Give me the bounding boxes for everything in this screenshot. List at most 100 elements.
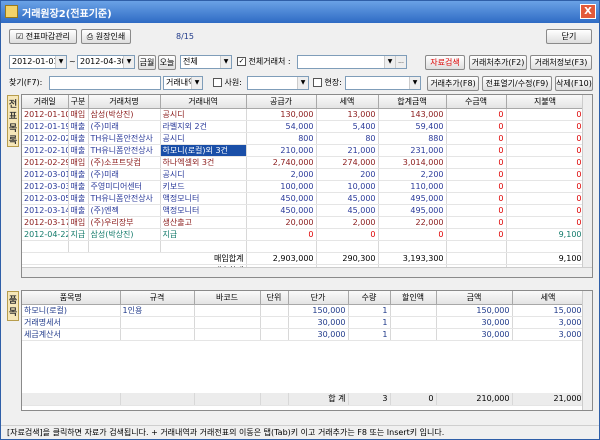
- slip-column-header[interactable]: 지불액: [506, 95, 585, 109]
- slip-cell-desc: 공시디: [160, 168, 247, 181]
- item-cell-tax: 3,000: [512, 316, 585, 329]
- slip-row[interactable]: 2012-01-19 매출 (주)미래 라벨지외 2건 54,000 5,400 59,40…: [22, 120, 585, 133]
- item-cell-price: 30,000: [288, 328, 349, 341]
- item-row[interactable]: 하모니(로컬) 1인용 150,000 1 150,000 15,000: [22, 304, 585, 317]
- slip-grid[interactable]: 거래일 구분 거래처명 거래내역 공급가 세액 합계금액 수금액 지불액 2012-01-10 매…: [21, 94, 593, 278]
- item-column-header[interactable]: 단위: [260, 291, 289, 305]
- slip-cell-type: 매입: [68, 108, 89, 121]
- open-slip-button[interactable]: 전표열기/수정(F9): [482, 76, 552, 91]
- slip-cell-desc: 생산출고: [160, 216, 247, 229]
- print-ledger-button[interactable]: ⎙ 원장인쇄: [81, 29, 131, 44]
- item-column-header[interactable]: 규격: [120, 291, 195, 305]
- slip-cell-date: 2012-02-29: [22, 156, 69, 169]
- slip-column-header[interactable]: 공급가: [246, 95, 317, 109]
- close-window-button[interactable]: X: [580, 4, 596, 19]
- slip-cell-partner: TH유니폼안전상사: [88, 132, 161, 145]
- employee-filter[interactable]: 사원:: [213, 77, 242, 89]
- slip-cell-received: 0: [446, 192, 507, 205]
- delete-button[interactable]: 삭제(F10): [555, 76, 593, 91]
- slip-row[interactable]: 2012-02-02 매출 TH유니폼안전상사 공시디 800 80 880 0 0: [22, 132, 585, 145]
- site-filter[interactable]: 현장:: [313, 77, 342, 89]
- items-total-amount: 210,000: [436, 393, 513, 406]
- add-partner-button[interactable]: 거래처추가(F2): [469, 55, 527, 70]
- chevron-down-icon[interactable]: ▼: [384, 56, 395, 68]
- slip-cell-date: 2012-02-02: [22, 132, 69, 145]
- slip-horizontal-scrollbar[interactable]: [22, 267, 592, 277]
- item-column-header[interactable]: 할인액: [390, 291, 437, 305]
- slip-cell-total: 143,000: [378, 108, 447, 121]
- items-total-row: 합 계 3 0 210,000 21,000: [22, 393, 585, 406]
- all-partners-check[interactable]: ✓ 전체거래처 :: [237, 56, 291, 68]
- chevron-down-icon[interactable]: ▼: [123, 56, 134, 68]
- slip-cell-total: 22,000: [378, 216, 447, 229]
- chevron-down-icon[interactable]: ▼: [297, 77, 308, 89]
- item-cell-amount: 150,000: [436, 304, 513, 317]
- find-label: 찾기(F7):: [9, 78, 43, 87]
- search-data-button[interactable]: 자료검색: [425, 55, 465, 70]
- checkbox-icon[interactable]: [213, 78, 222, 87]
- date-from-field[interactable]: 2012-01-01 ▼: [9, 55, 67, 69]
- lookup-icon[interactable]: ...: [395, 56, 406, 68]
- slip-row[interactable]: 2012-03-17 매입 (주)우리장부 생산출고 20,000 2,000 22,000…: [22, 216, 585, 229]
- add-transaction-button[interactable]: 거래추가(F8): [427, 76, 479, 91]
- employee-select[interactable]: ▼: [247, 76, 309, 90]
- slip-column-header[interactable]: 거래내역: [160, 95, 247, 109]
- slip-row[interactable]: 2012-03-14 매출 (주)엔젝 액정모니터 450,000 45,000 495,0…: [22, 204, 585, 217]
- chevron-down-icon[interactable]: ▼: [55, 56, 66, 68]
- item-column-header[interactable]: 품목명: [22, 291, 121, 305]
- item-row[interactable]: 세금계산서 30,000 1 30,000 3,000: [22, 328, 585, 341]
- find-scope-select[interactable]: 거래내역 ▼: [163, 76, 203, 90]
- slip-column-header[interactable]: 거래처명: [88, 95, 161, 109]
- slip-column-header[interactable]: 거래일: [22, 95, 69, 109]
- partner-field[interactable]: ▼...: [297, 55, 407, 69]
- find-input[interactable]: [49, 76, 161, 90]
- empty-cell: [160, 240, 247, 253]
- checkbox-checked-icon[interactable]: ✓: [237, 57, 246, 66]
- item-row[interactable]: 거래명세서 30,000 1 30,000 3,000: [22, 316, 585, 329]
- slip-row[interactable]: 2012-02-10 매출 TH유니폼안전상사 하모니(로컬)외 3건 210,000 2…: [22, 144, 585, 157]
- slip-cell-type: 매출: [68, 120, 89, 133]
- chevron-down-icon[interactable]: ▼: [409, 77, 420, 89]
- slip-row[interactable]: 2012-03-03 매출 주영미디어센터 키보드 100,000 10,000 110,0…: [22, 180, 585, 193]
- slip-column-header[interactable]: 수금액: [446, 95, 507, 109]
- items-grid[interactable]: 품목명 규격 바코드 단위 단가 수량 할인액 금액 세액 하모니(로컬) 1인용 150,000 1…: [21, 290, 593, 411]
- items-vertical-scrollbar[interactable]: [582, 291, 592, 410]
- item-column-header[interactable]: 금액: [436, 291, 513, 305]
- slip-cell-date: 2012-03-17: [22, 216, 69, 229]
- checkbox-icon[interactable]: [313, 78, 322, 87]
- item-cell-spec: 1인용: [120, 304, 195, 317]
- this-month-button[interactable]: 금월: [138, 55, 156, 70]
- item-column-header[interactable]: 단가: [288, 291, 349, 305]
- slip-column-header[interactable]: 구분: [68, 95, 89, 109]
- tab-items[interactable]: 품목: [7, 291, 19, 321]
- chevron-down-icon[interactable]: ▼: [191, 77, 202, 89]
- slip-cell-total: 231,000: [378, 144, 447, 157]
- site-select[interactable]: ▼: [345, 76, 421, 90]
- slip-vertical-scrollbar[interactable]: [582, 95, 592, 277]
- slip-cell-date: 2012-01-10: [22, 108, 69, 121]
- slip-row[interactable]: 2012-01-10 매입 삼성(박상진) 공시디 130,000 13,000 143,0…: [22, 108, 585, 121]
- partner-info-button[interactable]: 거래처정보(F3): [530, 55, 592, 70]
- item-column-header[interactable]: 바코드: [194, 291, 261, 305]
- empty-cell: [506, 240, 585, 253]
- date-to-field[interactable]: 2012-04-30 ▼: [77, 55, 135, 69]
- slip-row[interactable]: 2012-04-22 지급 삼성(박상진) 지급 0 0 0 0 9,100: [22, 228, 585, 241]
- scope-select[interactable]: 전체 ▼: [180, 55, 232, 69]
- tab-slip-list[interactable]: 전표목록: [7, 95, 19, 147]
- item-cell-price: 150,000: [288, 304, 349, 317]
- slip-cell-received: 0: [446, 204, 507, 217]
- date-range-tilde: ~: [69, 57, 76, 66]
- slip-cell-supply: 20,000: [246, 216, 317, 229]
- item-column-header[interactable]: 수량: [348, 291, 391, 305]
- chevron-down-icon[interactable]: ▼: [220, 56, 231, 68]
- slip-column-header[interactable]: 세액: [316, 95, 379, 109]
- today-button[interactable]: 오늘: [158, 55, 176, 70]
- exit-button[interactable]: 닫기: [546, 29, 592, 44]
- slip-column-header[interactable]: 합계금액: [378, 95, 447, 109]
- slip-row[interactable]: 2012-03-01 매출 (주)미래 공시디 2,000 200 2,200 0 0: [22, 168, 585, 181]
- items-total-blank: [120, 393, 195, 406]
- slip-row[interactable]: 2012-03-05 매출 TH유니폼안전상사 액정모니터 450,000 45,000 4…: [22, 192, 585, 205]
- slip-row[interactable]: 2012-02-29 매입 (주)소프트닷컴 하나엑셀외 3건 2,740,000 274…: [22, 156, 585, 169]
- item-column-header[interactable]: 세액: [512, 291, 585, 305]
- slip-close-button[interactable]: ☑ 전표마감관리: [9, 29, 77, 44]
